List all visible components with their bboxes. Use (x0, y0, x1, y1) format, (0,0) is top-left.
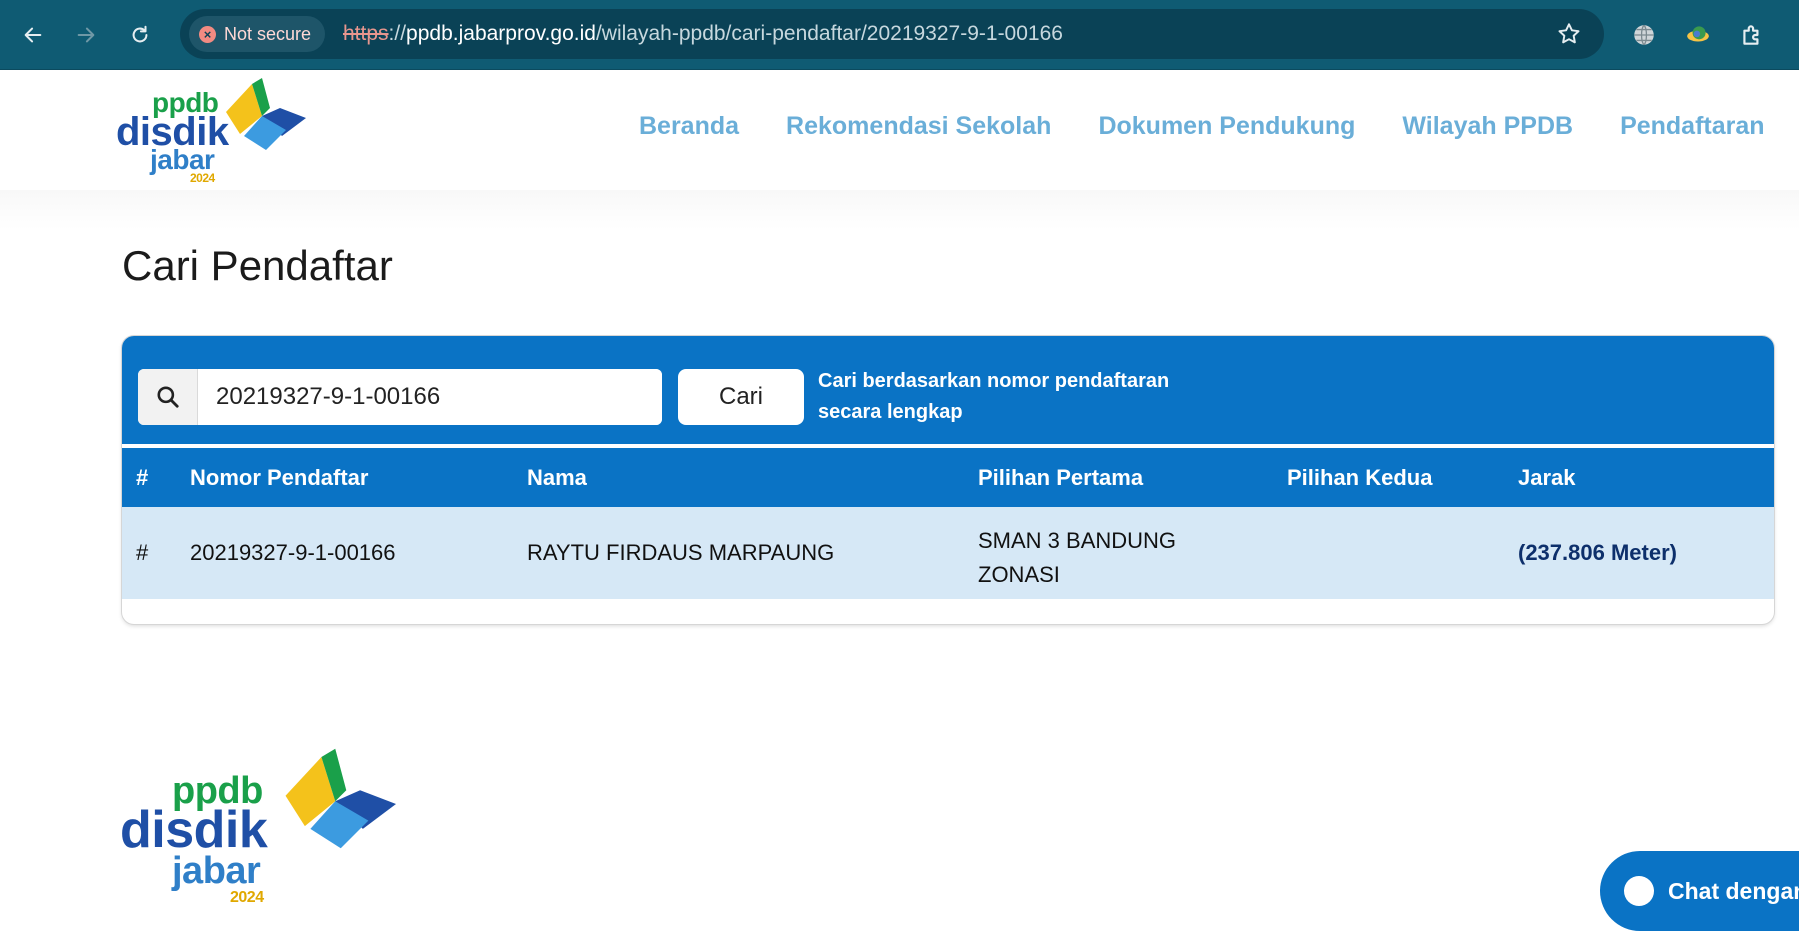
cell-index: # (136, 540, 149, 565)
forward-arrow-icon[interactable] (68, 17, 104, 53)
search-input[interactable] (198, 369, 662, 425)
footer-logo-text-jabar: jabar (172, 850, 261, 892)
footer-logo-year: 2024 (230, 889, 264, 906)
search-hint-line2: secara lengkap (818, 401, 963, 423)
footer-logo-text-disdik: disdik (120, 801, 268, 859)
nav-rekomendasi-sekolah[interactable]: Rekomendasi Sekolah (786, 112, 1051, 141)
table-row[interactable]: # 20219327-9-1-00166 RAYTU FIRDAUS MARPA… (122, 507, 1774, 599)
cell-nama: RAYTU FIRDAUS MARPAUNG (527, 540, 835, 565)
nav-dokumen-pendukung[interactable]: Dokumen Pendukung (1098, 112, 1355, 141)
search-group (138, 369, 662, 425)
browser-toolbar: × Not secure https://ppdb.jabarprov.go.i… (0, 0, 1799, 70)
chat-label: Chat dengan (1668, 877, 1799, 904)
extension-icon[interactable] (1680, 17, 1716, 53)
search-hint: Cari berdasarkan nomor pendaftaran secar… (818, 366, 1238, 428)
url-path: /wilayah-ppdb/cari-pendaftar/20219327-9-… (595, 22, 1063, 45)
cell-pilihan-pertama-jalur: ZONASI (978, 562, 1060, 587)
search-hint-line1: Cari berdasarkan nomor pendaftaran (818, 370, 1170, 392)
footer-logo: ppdb disdik jabar 2024 (120, 748, 400, 908)
puzzle-icon[interactable] (1734, 17, 1770, 53)
logo-year: 2024 (190, 171, 215, 185)
site-logo[interactable]: ppdb disdik jabar 2024 (116, 78, 306, 185)
col-header-jarak: Jarak (1518, 465, 1576, 490)
address-bar[interactable]: × Not secure https://ppdb.jabarprov.go.i… (180, 9, 1604, 59)
cell-pilihan-pertama: SMAN 3 BANDUNG ZONASI (978, 524, 1176, 592)
nav-wilayah-ppdb[interactable]: Wilayah PPDB (1402, 112, 1573, 141)
col-header-nomor: Nomor Pendaftar (190, 465, 369, 490)
col-header-pilihan-pertama: Pilihan Pertama (978, 465, 1144, 490)
logo-book-icon (226, 78, 306, 150)
logo-text-jabar: jabar (150, 144, 215, 175)
footer-logo-book-icon (285, 748, 396, 849)
cell-jarak: (237.806 Meter) (1518, 540, 1677, 565)
reload-icon[interactable] (122, 17, 158, 53)
site-security-chip[interactable]: × Not secure (189, 16, 326, 52)
url-text[interactable]: https://ppdb.jabarprov.go.id/wilayah-ppd… (343, 9, 1063, 59)
chat-bubble-icon (1624, 876, 1654, 906)
not-secure-icon: × (199, 25, 216, 43)
security-label: Not secure (224, 23, 312, 44)
search-bar-panel: Cari Cari berdasarkan nomor pendaftaran … (122, 336, 1774, 444)
cell-pilihan-pertama-school: SMAN 3 BANDUNG (978, 528, 1177, 553)
nav-beranda[interactable]: Beranda (639, 112, 739, 141)
site-header: ppdb disdik jabar 2024 Beranda Rekomenda… (0, 70, 1799, 190)
page-title: Cari Pendaftar (122, 242, 393, 289)
cari-button[interactable]: Cari (678, 369, 804, 425)
url-host: ppdb.jabarprov.go.id (406, 22, 596, 45)
star-icon[interactable] (1556, 21, 1582, 47)
col-header-index: # (136, 465, 149, 490)
chat-button[interactable]: Chat dengan (1600, 851, 1799, 931)
search-icon (138, 369, 198, 425)
cell-nomor: 20219327-9-1-00166 (190, 540, 396, 565)
search-card: Cari Cari berdasarkan nomor pendaftaran … (122, 336, 1774, 624)
main-nav: Beranda Rekomendasi Sekolah Dokumen Pend… (639, 112, 1765, 141)
url-scheme: https (343, 22, 389, 45)
table-header: # Nomor Pendaftar Nama Pilihan Pertama P… (122, 448, 1774, 507)
globe-icon[interactable] (1626, 17, 1662, 53)
col-header-nama: Nama (527, 465, 587, 490)
back-arrow-icon[interactable] (15, 17, 51, 53)
col-header-pilihan-kedua: Pilihan Kedua (1287, 465, 1433, 490)
url-separator: :// (388, 22, 407, 45)
nav-pendaftaran[interactable]: Pendaftaran (1620, 112, 1764, 141)
